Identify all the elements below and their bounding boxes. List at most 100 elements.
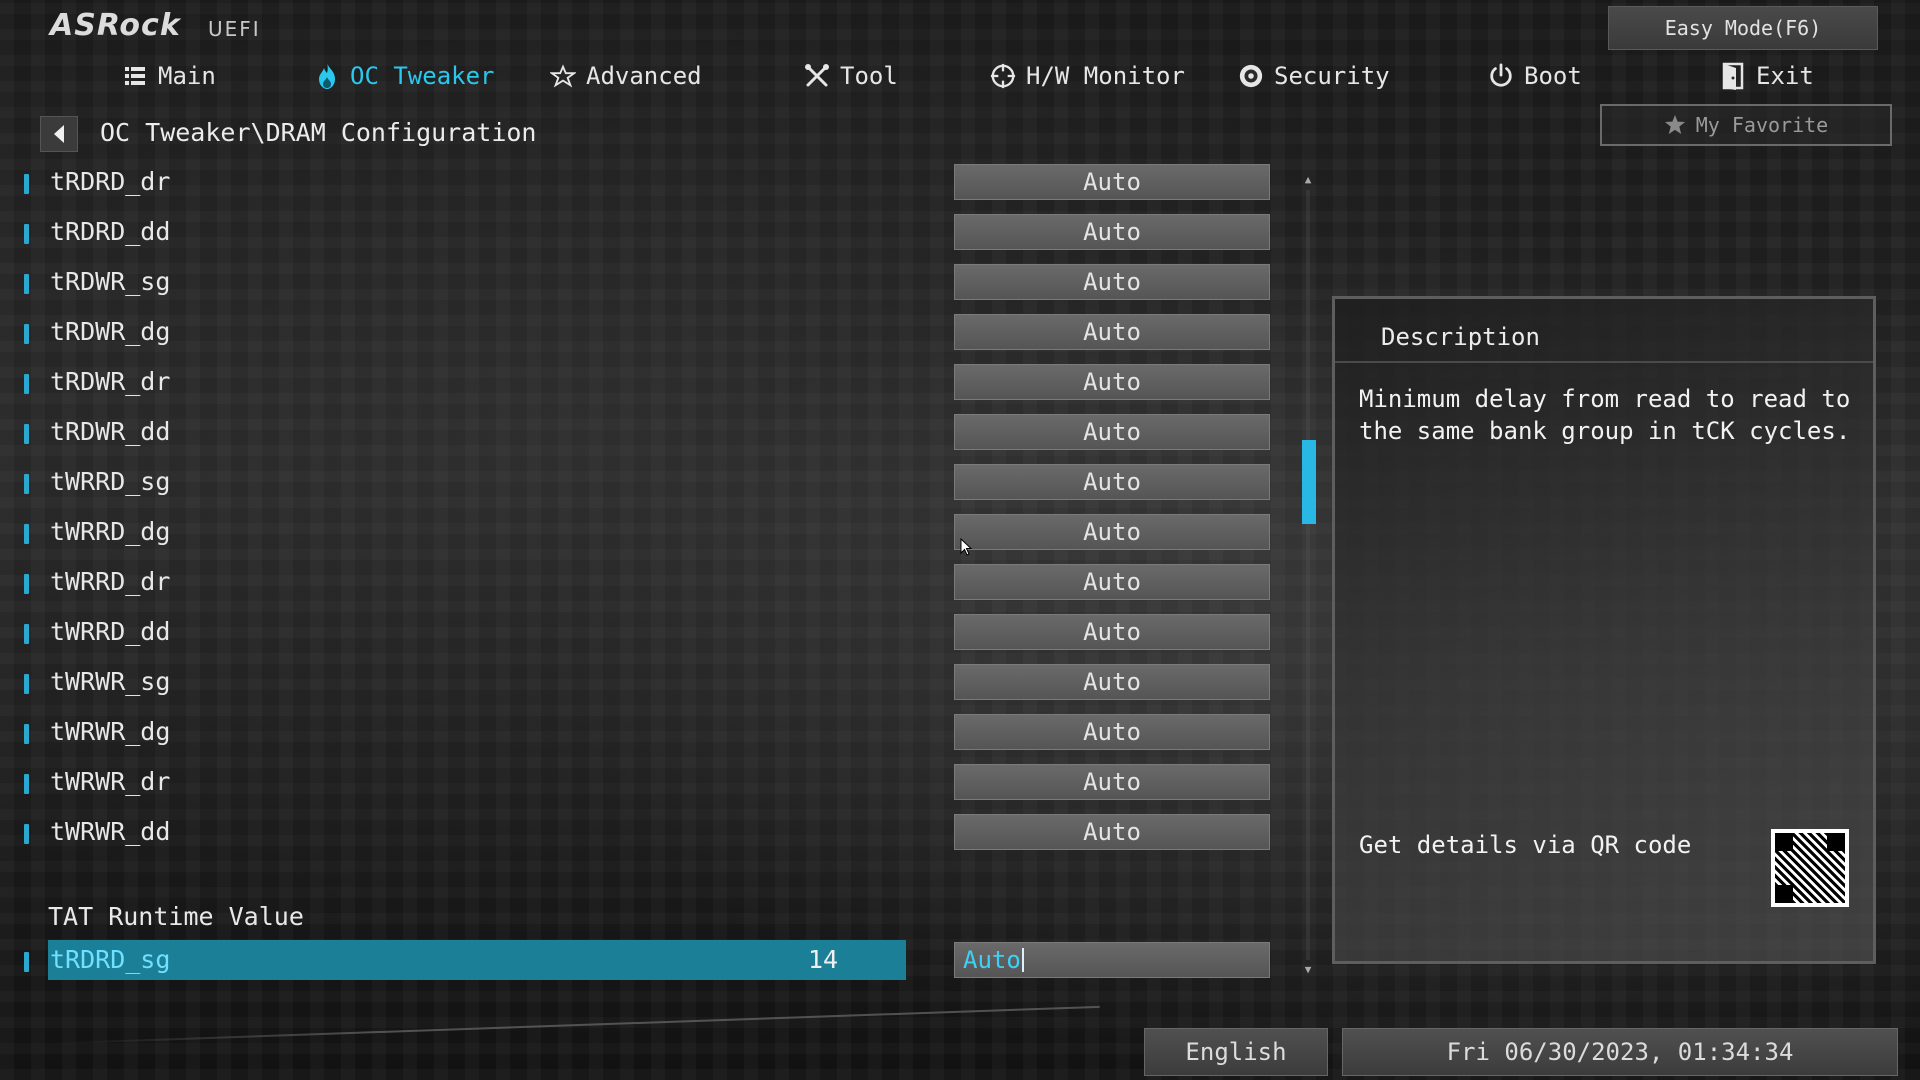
row-marker <box>24 424 29 444</box>
scroll-up-icon[interactable]: ▲ <box>1301 172 1315 186</box>
back-button[interactable] <box>40 116 78 152</box>
crosshair-icon <box>990 63 1016 89</box>
setting-row[interactable]: tRDWR_dg Auto <box>18 314 1278 354</box>
row-marker <box>24 624 29 644</box>
row-marker <box>24 724 29 744</box>
setting-value-text: Auto <box>963 946 1021 974</box>
setting-value-button[interactable]: Auto <box>954 314 1270 350</box>
selection-highlight <box>48 940 906 980</box>
setting-row[interactable]: tRDRD_dd Auto <box>18 214 1278 254</box>
my-favorite-button[interactable]: My Favorite <box>1600 104 1892 146</box>
footer-divider <box>60 1005 1100 1045</box>
setting-value-button[interactable]: Auto <box>954 364 1270 400</box>
runtime-value: 14 <box>808 945 839 974</box>
back-arrow-icon <box>54 125 64 143</box>
setting-value-button[interactable]: Auto <box>954 564 1270 600</box>
setting-label: tRDWR_dd <box>50 417 171 446</box>
setting-row[interactable]: tWRWR_sg Auto <box>18 664 1278 704</box>
setting-value-button[interactable]: Auto <box>954 214 1270 250</box>
setting-row[interactable]: tWRWR_dg Auto <box>18 714 1278 754</box>
tab-label: Security <box>1274 62 1390 90</box>
tab-security[interactable]: Security <box>1238 56 1390 96</box>
tools-icon <box>804 63 830 89</box>
language-button[interactable]: English <box>1144 1028 1328 1076</box>
row-marker <box>24 274 29 294</box>
tab-label: Main <box>158 62 216 90</box>
setting-label: tWRWR_dg <box>50 717 171 746</box>
tab-oc-tweaker[interactable]: OC Tweaker <box>314 56 495 96</box>
list-icon <box>122 63 148 89</box>
power-icon <box>1488 63 1514 89</box>
setting-value-button[interactable]: Auto <box>954 264 1270 300</box>
setting-row[interactable]: tRDRD_dr Auto <box>18 164 1278 204</box>
setting-label: tRDRD_dd <box>50 217 171 246</box>
uefi-label: UEFI <box>208 17 261 41</box>
row-marker <box>24 524 29 544</box>
setting-label: tRDWR_dr <box>50 367 171 396</box>
setting-value-input[interactable]: Auto <box>954 942 1270 978</box>
row-marker <box>24 324 29 344</box>
setting-value-button[interactable]: Auto <box>954 664 1270 700</box>
setting-row[interactable]: tWRWR_dr Auto <box>18 764 1278 804</box>
setting-row[interactable]: tRDWR_dr Auto <box>18 364 1278 404</box>
setting-label: tWRWR_sg <box>50 667 171 696</box>
text-caret <box>1021 948 1024 972</box>
datetime-display: Fri 06/30/2023, 01:34:34 <box>1342 1028 1898 1076</box>
scroll-down-icon[interactable]: ▼ <box>1301 962 1315 976</box>
tab-exit[interactable]: Exit <box>1720 56 1814 96</box>
setting-row[interactable]: tWRRD_sg Auto <box>18 464 1278 504</box>
star-icon <box>550 63 576 89</box>
setting-label: tWRRD_sg <box>50 467 171 496</box>
easy-mode-button[interactable]: Easy Mode(F6) <box>1608 6 1878 50</box>
row-marker <box>24 224 29 244</box>
breadcrumb: OC Tweaker\DRAM Configuration <box>100 118 537 147</box>
setting-row[interactable]: tWRRD_dr Auto <box>18 564 1278 604</box>
tab-label: Exit <box>1756 62 1814 90</box>
setting-row[interactable]: tWRRD_dg Auto <box>18 514 1278 554</box>
row-marker <box>24 374 29 394</box>
mouse-cursor-icon <box>960 537 973 560</box>
description-panel: Description Minimum delay from read to r… <box>1332 296 1876 964</box>
row-marker <box>24 474 29 494</box>
tab-label: Boot <box>1524 62 1582 90</box>
setting-value-button[interactable]: Auto <box>954 514 1270 550</box>
description-header: Description <box>1335 299 1873 363</box>
tab-main[interactable]: Main <box>122 56 216 96</box>
setting-value-button[interactable]: Auto <box>954 714 1270 750</box>
setting-value-button[interactable]: Auto <box>954 614 1270 650</box>
setting-label: tWRRD_dg <box>50 517 171 546</box>
setting-label: tRDWR_dg <box>50 317 171 346</box>
tab-advanced[interactable]: Advanced <box>550 56 702 96</box>
flame-icon <box>314 63 340 89</box>
setting-value-button[interactable]: Auto <box>954 814 1270 850</box>
section-title: TAT Runtime Value <box>48 902 304 931</box>
setting-label: tRDRD_dr <box>50 167 171 196</box>
tab-hw-monitor[interactable]: H/W Monitor <box>990 56 1185 96</box>
description-text: Minimum delay from read to read to the s… <box>1359 385 1851 445</box>
tab-boot[interactable]: Boot <box>1488 56 1582 96</box>
scrollbar-track[interactable] <box>1306 190 1310 960</box>
setting-label: tWRRD_dd <box>50 617 171 646</box>
star-icon <box>1664 115 1685 134</box>
setting-value-button[interactable]: Auto <box>954 164 1270 200</box>
scrollbar-thumb[interactable] <box>1302 440 1316 524</box>
setting-label: tWRWR_dr <box>50 767 171 796</box>
tab-tool[interactable]: Tool <box>804 56 898 96</box>
setting-value-button[interactable]: Auto <box>954 764 1270 800</box>
setting-value-button[interactable]: Auto <box>954 464 1270 500</box>
setting-row[interactable]: tWRRD_dd Auto <box>18 614 1278 654</box>
row-marker <box>24 824 29 844</box>
setting-label: tRDWR_sg <box>50 267 171 296</box>
setting-row-selected[interactable]: tRDRD_sg 14 Auto <box>18 940 1278 982</box>
row-marker <box>24 574 29 594</box>
tab-label: Tool <box>840 62 898 90</box>
setting-row[interactable]: tWRWR_dd Auto <box>18 814 1278 854</box>
setting-label: tWRWR_dd <box>50 817 171 846</box>
setting-row[interactable]: tRDWR_sg Auto <box>18 264 1278 304</box>
setting-value-button[interactable]: Auto <box>954 414 1270 450</box>
row-marker <box>24 674 29 694</box>
tab-label: Advanced <box>586 62 702 90</box>
asrock-logo: ASRock <box>50 8 181 43</box>
row-marker <box>24 174 29 194</box>
setting-row[interactable]: tRDWR_dd Auto <box>18 414 1278 454</box>
